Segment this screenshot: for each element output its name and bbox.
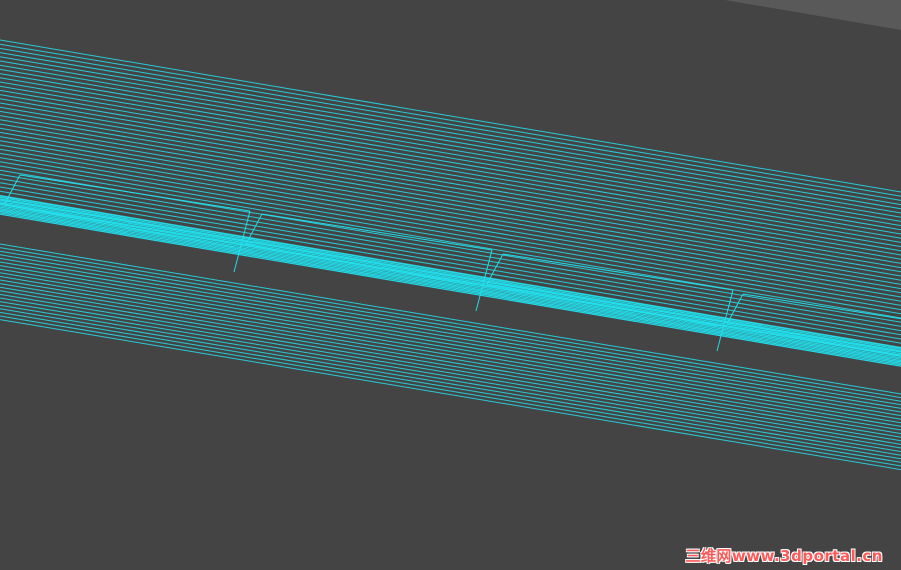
wire-edge-upper — [0, 186, 901, 340]
watermark-text: 三维网www.3dportal.cn — [685, 547, 883, 565]
wire-edge-lower — [0, 283, 901, 435]
wire-edge-lower — [0, 290, 901, 442]
wire-edge-ridge — [0, 195, 901, 349]
wire-edge-lower — [0, 293, 901, 445]
wire-edge-upper — [0, 161, 901, 315]
wire-edge-ridge — [0, 209, 901, 363]
wire-edge-upper — [0, 64, 901, 218]
wireframe-lines — [0, 39, 901, 471]
wire-feature-inner — [486, 283, 718, 327]
wire-edge-upper — [0, 173, 901, 327]
wire-edge-upper — [0, 68, 901, 222]
wire-edge-upper — [0, 73, 901, 227]
wire-edge-upper — [0, 52, 901, 206]
wire-edge-upper — [0, 39, 901, 193]
wire-edge-lower — [0, 268, 901, 420]
wire-edge-ridge — [0, 206, 901, 360]
wire-edge-upper — [0, 56, 901, 210]
wire-edge-upper — [0, 182, 901, 336]
wireframe-model[interactable] — [0, 0, 901, 570]
wire-edge-upper — [0, 85, 901, 239]
wire-edge-lower — [0, 315, 901, 467]
wire-edge-upper — [0, 47, 901, 201]
wire-feature-top — [502, 253, 734, 291]
wire-edge-lower — [0, 286, 901, 438]
wire-edge-lower — [0, 243, 901, 395]
wire-edge-upper — [0, 123, 901, 277]
wire-edge-upper — [0, 119, 901, 273]
3d-viewport[interactable]: 三维网www.3dportal.cn — [0, 0, 901, 570]
wire-edge-upper — [0, 136, 901, 290]
wire-edge-ridge — [0, 213, 901, 367]
wire-feature-top — [261, 213, 493, 251]
wire-edge-upper — [0, 81, 901, 235]
wire-edge-upper — [0, 115, 901, 269]
wire-edge-upper — [0, 127, 901, 281]
wire-feature-inner — [245, 243, 477, 287]
wire-edge-upper — [0, 43, 901, 197]
wire-edge-upper — [0, 131, 901, 285]
wire-edge-upper — [0, 60, 901, 214]
viewport-corner-panel — [725, 0, 901, 30]
wire-edge-ridge — [0, 202, 901, 356]
wire-edge-lower — [0, 279, 901, 431]
wire-edge-upper — [0, 110, 901, 264]
wire-edge-upper — [0, 77, 901, 231]
wire-edge-upper — [0, 178, 901, 332]
